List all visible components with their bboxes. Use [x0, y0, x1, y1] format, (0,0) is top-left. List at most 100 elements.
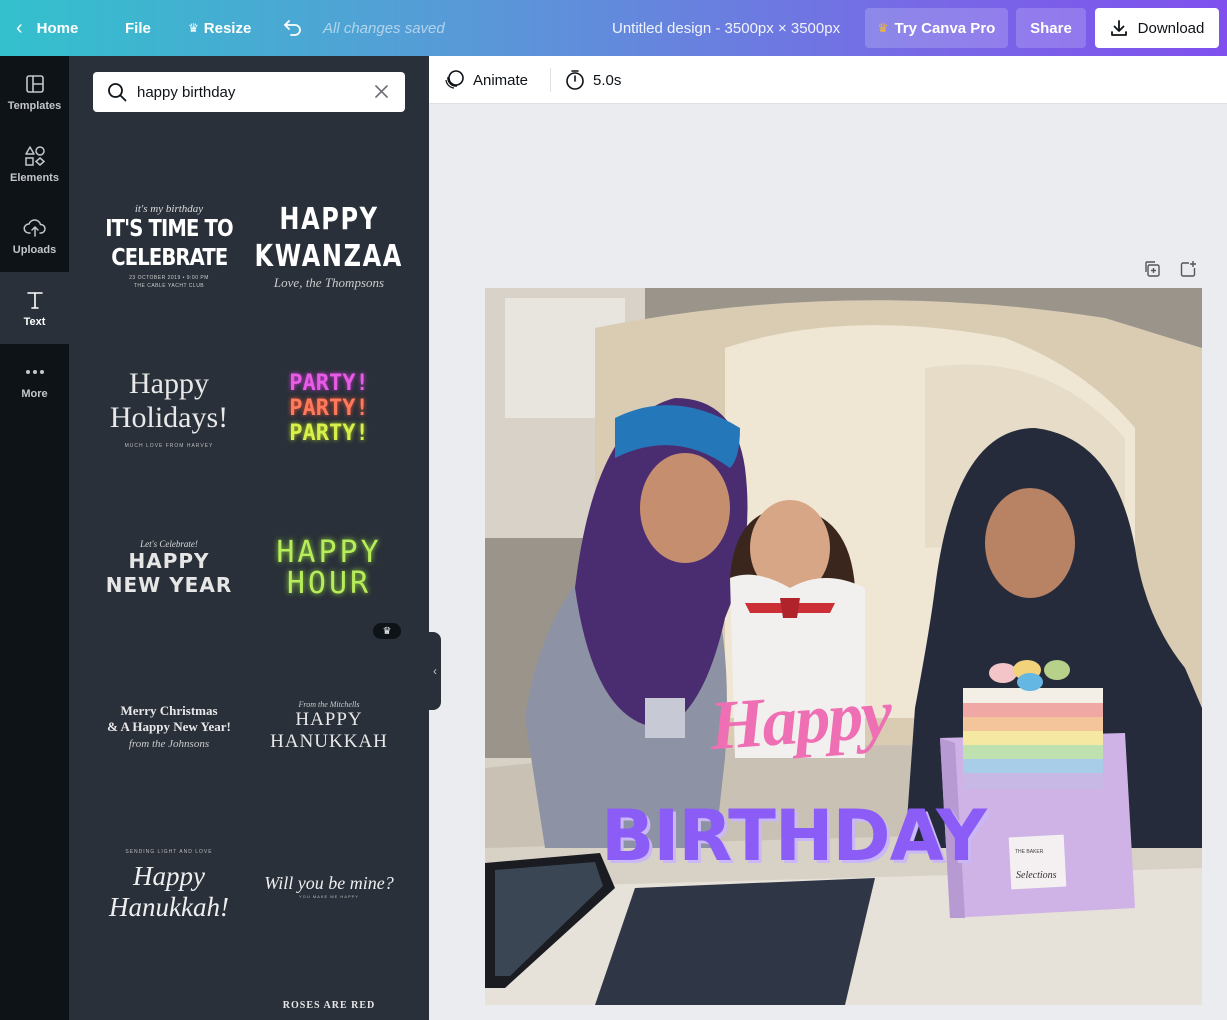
download-icon — [1110, 20, 1127, 36]
text-template-happy-holidays[interactable]: Happy Holidays! MUCH LOVE FROM HARVEY — [89, 328, 249, 488]
text-icon — [26, 288, 44, 312]
rail-label: Text — [23, 316, 46, 328]
tile-line: & A Happy New Year! — [107, 718, 231, 734]
resize-button[interactable]: ♛ Resize — [188, 0, 251, 56]
tile-line: CELEBRATE — [110, 245, 228, 271]
text-template-merry-christmas[interactable]: Merry Christmas & A Happy New Year! from… — [89, 646, 249, 806]
home-label: Home — [36, 19, 79, 37]
box-label-text: Selections — [1016, 870, 1057, 881]
tile-line: 23 OCTOBER 2019 • 9:00 PM — [129, 275, 209, 281]
tile-line: HAPPY — [295, 708, 363, 730]
add-page-icon — [1180, 261, 1196, 277]
rail-label: Uploads — [12, 244, 57, 256]
tile-line: HAPPY — [276, 535, 382, 570]
file-menu-button[interactable]: File — [125, 0, 151, 56]
undo-icon — [284, 20, 301, 36]
tile-line: PARTY! — [289, 395, 369, 421]
rail-label: Templates — [7, 100, 62, 112]
duplicate-page-icon — [1145, 261, 1160, 277]
crown-icon: ♛ — [188, 21, 199, 35]
design-canvas[interactable]: THE BAKER Selections Happy BIRTHDAY — [485, 288, 1202, 1005]
tile-line: Happy — [129, 367, 209, 400]
download-button[interactable]: Download — [1095, 8, 1219, 48]
text-template-happy-kwanzaa[interactable]: HAPPY KWANZAA Love, the Thompsons — [249, 166, 409, 326]
text-template-its-time-to-celebrate[interactable]: it's my birthday IT'S TIME TO CELEBRATE … — [89, 166, 249, 326]
box-label-text: THE BAKER — [1015, 849, 1044, 855]
text-template-will-you-be-mine[interactable]: Will you be mine? YOU MAKE ME HAPPY — [249, 806, 409, 966]
rail-label: More — [21, 388, 48, 400]
text-template-happy-new-year[interactable]: Let's Celebrate! HAPPY NEW YEAR — [89, 488, 249, 648]
tile-line: NEW YEAR — [105, 573, 233, 597]
tile-line: Will you be mine? — [264, 873, 394, 893]
rail-item-more[interactable]: More — [0, 344, 69, 416]
rail-item-templates[interactable]: Templates — [0, 56, 69, 128]
add-page-button[interactable] — [1179, 260, 1197, 280]
rail-item-elements[interactable]: Elements — [0, 128, 69, 200]
clear-search-icon[interactable] — [374, 84, 389, 99]
design-title[interactable]: Untitled design - 3500px × 3500px — [612, 0, 840, 56]
tile-line: PARTY! — [289, 370, 369, 396]
save-status: All changes saved — [323, 19, 445, 37]
rail-item-uploads[interactable]: Uploads — [0, 200, 69, 272]
animate-button[interactable]: Animate — [443, 56, 528, 104]
collapse-panel-button[interactable]: ‹ — [429, 632, 441, 710]
tile-line: Holidays! — [109, 401, 229, 434]
chevron-left-icon: ‹ — [16, 17, 23, 39]
tile-line: MUCH LOVE FROM HARVEY — [124, 443, 214, 449]
undo-button[interactable] — [283, 0, 303, 56]
tile-line: HOUR — [286, 566, 372, 601]
more-icon — [25, 360, 45, 384]
birthday-photo[interactable]: THE BAKER Selections — [485, 288, 1202, 1005]
duplicate-page-button[interactable] — [1143, 260, 1161, 280]
animate-label: Animate — [473, 71, 529, 89]
rail-label: Elements — [10, 172, 59, 184]
duration-button[interactable]: 5.0s — [565, 56, 621, 104]
tile-line: Let's Celebrate! — [140, 539, 198, 549]
search-input[interactable] — [137, 83, 357, 101]
try-pro-label: Try Canva Pro — [894, 19, 996, 37]
rail-item-text[interactable]: Text — [0, 272, 69, 344]
text-template-happy-hanukkah-script[interactable]: SENDING LIGHT AND LOVE Happy Hanukkah! — [89, 806, 249, 966]
try-canva-pro-button[interactable]: ♛ Try Canva Pro — [865, 8, 1008, 48]
tile-line: HAPPY — [279, 202, 379, 237]
text-template-party-party-party[interactable]: PARTY! PARTY! PARTY! — [249, 328, 409, 488]
tile-line: IT'S TIME TO — [105, 216, 233, 242]
duration-label: 5.0s — [593, 71, 622, 89]
editor-toolbar: Animate 5.0s — [429, 56, 1227, 104]
tile-line: Love, the Thompsons — [273, 275, 385, 290]
tile-line: from the Johnsons — [128, 737, 210, 750]
side-nav-rail: Templates Elements Uploads Text More — [0, 56, 69, 1020]
tile-line: PARTY! — [289, 420, 369, 446]
top-bar: ‹ Home File ♛ Resize All changes saved U… — [0, 0, 1227, 56]
tile-line: HANUKKAH — [270, 730, 388, 752]
tile-line: HAPPY — [128, 549, 210, 573]
search-icon — [107, 82, 127, 102]
tile-line: it's my birthday — [134, 203, 204, 215]
toolbar-divider — [550, 68, 551, 92]
timer-icon — [566, 70, 584, 90]
elements-icon — [24, 144, 46, 168]
chevron-left-icon: ‹ — [433, 664, 437, 678]
pro-crown-icon: ♛ — [373, 623, 401, 639]
share-button[interactable]: Share — [1016, 8, 1086, 48]
uploads-icon — [23, 216, 47, 240]
home-button[interactable]: ‹ Home — [16, 0, 78, 56]
tile-line: Happy — [133, 861, 205, 891]
templates-icon — [25, 72, 45, 96]
search-box[interactable] — [93, 72, 405, 112]
text-template-happy-hanukkah[interactable]: From the Mitchells HAPPY HANUKKAH — [249, 646, 409, 806]
animate-icon — [445, 70, 464, 89]
tile-line: From the Mitchells — [298, 699, 360, 709]
tile-line: KWANZAA — [254, 239, 404, 274]
crown-icon: ♛ — [877, 21, 889, 35]
tile-line: SENDING LIGHT AND LOVE — [125, 849, 213, 855]
download-label: Download — [1137, 19, 1205, 37]
tile-line: ROSES ARE RED — [282, 1000, 376, 1011]
birthday-text[interactable]: BIRTHDAY — [601, 796, 1001, 876]
happy-text[interactable]: Happy — [687, 668, 913, 773]
text-panel: it's my birthday IT'S TIME TO CELEBRATE … — [69, 56, 429, 1020]
tile-line: YOU MAKE ME HAPPY — [299, 894, 359, 899]
tile-line: THE CABLE YACHT CLUB — [133, 283, 205, 289]
tile-line: Hanukkah! — [109, 892, 229, 922]
text-template-roses-are-red[interactable]: ROSES ARE RED — [249, 1000, 409, 1020]
